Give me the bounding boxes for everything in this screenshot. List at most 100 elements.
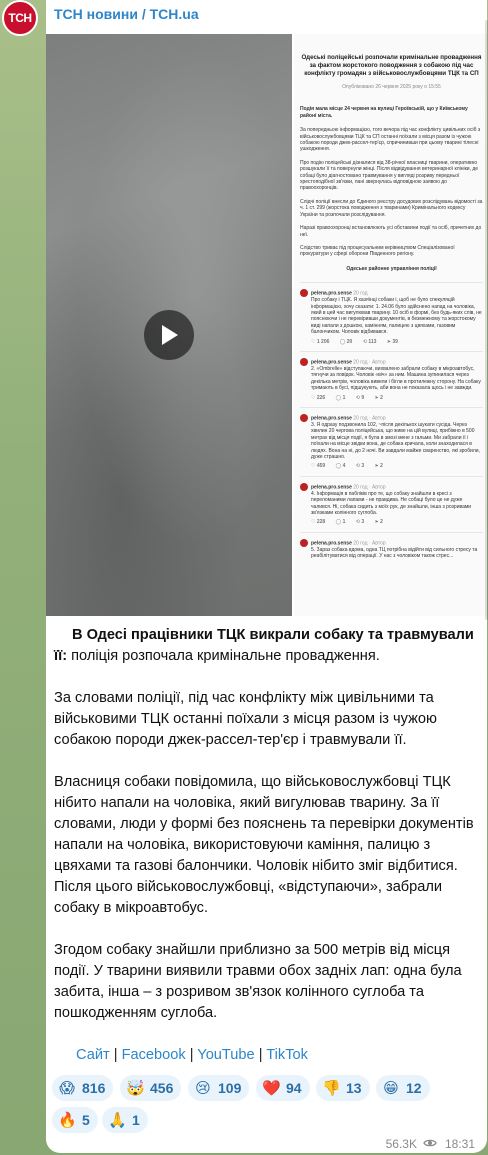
reaction-count: 94	[286, 1080, 302, 1096]
link-youtube[interactable]: YouTube	[197, 1047, 254, 1063]
reaction-heart[interactable]: ❤️ 94	[256, 1075, 310, 1101]
channel-title[interactable]: ТСН новини / TCH.ua	[54, 6, 199, 22]
reaction-count: 5	[82, 1112, 90, 1128]
post-user: pelena.pro.sense	[311, 290, 352, 297]
message-time: 18:31	[444, 1137, 475, 1151]
reaction-crying[interactable]: 😢 109	[188, 1075, 250, 1101]
shares-count: ➤ 2	[374, 394, 383, 401]
shares-count: ➤ 39	[386, 338, 398, 345]
reaction-pray[interactable]: 🙏 1	[102, 1107, 148, 1133]
post-meta: 20 год · Автор	[353, 540, 386, 547]
video-thumbnail[interactable]	[46, 34, 292, 616]
message-paragraph: Власниця собаки повідомила, що військово…	[54, 774, 474, 916]
likes-count: ♡ 1 206	[311, 338, 330, 345]
comments-count: ◯ 1	[335, 394, 346, 401]
reposts-count: ⟲ 9	[355, 394, 365, 401]
reaction-count: 109	[218, 1080, 242, 1096]
social-post: pelena.pro.sense 20 год · Автор 5. Зараз…	[300, 531, 483, 566]
post-text: 2. «Ombrelle» відступаючи, вихвалено заб…	[311, 365, 481, 392]
avatar	[300, 289, 308, 298]
social-links: Сайт | Facebook | YouTube | TikTok	[76, 1047, 308, 1063]
doc-paragraph: Слідчі поліції внесли до Єдиного реєстру…	[300, 198, 483, 218]
message-headline-rest: поліція розпочала кримінальне провадженн…	[67, 648, 380, 664]
reaction-exploding[interactable]: 🤯 456	[120, 1075, 182, 1101]
post-stats: ♡ 228 ◯ 1 ⟲ 3 ➤ 2	[311, 519, 483, 525]
post-user: pelena.pro.sense	[311, 540, 352, 547]
comments-count: ◯ 4	[335, 463, 346, 470]
likes-count: ♡ 459	[311, 463, 326, 470]
message-bubble: ТСН новини / TCH.ua Одеські поліцейські …	[46, 0, 487, 1153]
reposts-count: ⟲ 3	[355, 519, 365, 526]
social-post: pelena.pro.sense 20 год · Автор 3. Я одр…	[300, 407, 483, 476]
doc-paragraph: Про подію поліцейські дізналися від 38-р…	[300, 159, 479, 192]
reposts-count: ⟲ 3	[355, 463, 365, 470]
post-stats: ♡ 459 ◯ 4 ⟲ 3 ➤ 2	[311, 463, 483, 469]
post-user: pelena.pro.sense	[311, 484, 352, 491]
exploding-head-icon: 🤯	[126, 1080, 145, 1097]
post-stats: ♡ 1 206 ◯ 20 ⟲ 113 ➤ 39	[311, 339, 483, 345]
likes-count: ♡ 228	[311, 519, 326, 526]
link-separator: |	[254, 1047, 267, 1063]
link-separator: |	[185, 1047, 198, 1063]
reaction-grin[interactable]: 😁 12	[376, 1075, 430, 1101]
doc-paragraph: За попередньою інформацією, того вечора …	[300, 127, 481, 153]
link-separator: |	[109, 1047, 122, 1063]
screaming-face-icon: 😱	[59, 1080, 75, 1097]
views-count: 56.3K	[385, 1137, 417, 1151]
post-text: 4. Інформація в пабліків про те, що соба…	[311, 490, 472, 517]
post-text: 3. Я одразу подзвонила 102, ~після декіл…	[311, 422, 480, 461]
grinning-face-icon: 😁	[383, 1080, 399, 1097]
fire-icon: 🔥	[58, 1112, 77, 1129]
shares-count: ➤ 2	[374, 519, 383, 526]
media-album: Одеські поліцейські розпочали кримінальн…	[46, 34, 487, 616]
reaction-thumbs-down[interactable]: 👎 13	[316, 1075, 370, 1101]
social-post: pelena.pro.sense 20 год · Автор 2. «Ombr…	[300, 350, 483, 407]
doc-signature: Одеське районне управління поліції	[346, 265, 437, 272]
play-button[interactable]	[144, 310, 194, 360]
post-meta: 20 год · Автор	[353, 415, 386, 422]
reaction-count: 1	[132, 1112, 140, 1128]
post-meta: 20 год · Автор	[353, 359, 386, 366]
reaction-count: 12	[406, 1080, 422, 1096]
avatar	[300, 357, 308, 366]
message-paragraph: За словами поліції, під час конфлікту мі…	[54, 690, 437, 748]
doc-paragraph: Слідство триває під процесуальним керівн…	[300, 244, 455, 258]
post-user: pelena.pro.sense	[311, 415, 352, 422]
post-meta: 20 год · Автор	[353, 484, 386, 491]
message-footer: 56.3K 18:31	[386, 1137, 475, 1151]
post-user: pelena.pro.sense	[311, 359, 352, 366]
post-meta: 20 год	[353, 290, 368, 297]
social-post: pelena.pro.sense 20 год · Автор 4. Інфор…	[300, 475, 483, 532]
post-stats: ♡ 226 ◯ 1 ⟲ 9 ➤ 2	[311, 395, 483, 401]
post-text: 5. Зараз собака вдома, одна ТЦ потрібна …	[311, 546, 478, 560]
eye-icon	[423, 1137, 437, 1151]
reaction-count: 13	[346, 1080, 362, 1096]
shares-count: ➤ 2	[374, 463, 383, 470]
avatar	[300, 482, 308, 491]
reaction-count: 456	[150, 1080, 174, 1096]
link-site[interactable]: Сайт	[76, 1047, 110, 1063]
screenshot-image[interactable]: Одеські поліцейські розпочали кримінальн…	[294, 34, 487, 616]
social-post: pelena.pro.sense 20 год Про собаку і ТЦК…	[300, 282, 483, 351]
reaction-count: 816	[82, 1080, 106, 1096]
likes-count: ♡ 226	[311, 394, 326, 401]
comments-count: ◯ 1	[335, 519, 346, 526]
message-paragraph: Згодом собаку знайшли приблизно за 500 м…	[54, 942, 462, 1021]
reposts-count: ⟲ 113	[362, 338, 377, 345]
play-icon	[162, 325, 178, 345]
channel-avatar[interactable]: ТСН	[2, 0, 38, 36]
thumbs-down-icon: 👎	[322, 1080, 341, 1097]
reaction-screaming[interactable]: 😱 816	[52, 1075, 114, 1101]
message-text: В Одесі працівники ТЦК викрали собаку та…	[54, 625, 474, 1045]
link-tiktok[interactable]: TikTok	[266, 1047, 308, 1063]
heart-icon: ❤️	[262, 1080, 281, 1097]
doc-title: Одеські поліцейські розпочали кримінальн…	[301, 54, 482, 77]
crying-face-icon: 😢	[195, 1080, 211, 1097]
reaction-fire[interactable]: 🔥 5	[52, 1107, 98, 1133]
post-text: Про собаку і ТЦК. Я хазяїнці собаки і, щ…	[311, 297, 482, 336]
link-facebook[interactable]: Facebook	[122, 1047, 186, 1063]
comments-count: ◯ 20	[339, 338, 353, 345]
avatar	[300, 414, 308, 422]
doc-paragraph: Наразі правоохоронці встановлюють усі об…	[300, 225, 482, 238]
doc-lead: Подія мала місце 24 червня на вулиці Гер…	[300, 106, 468, 119]
